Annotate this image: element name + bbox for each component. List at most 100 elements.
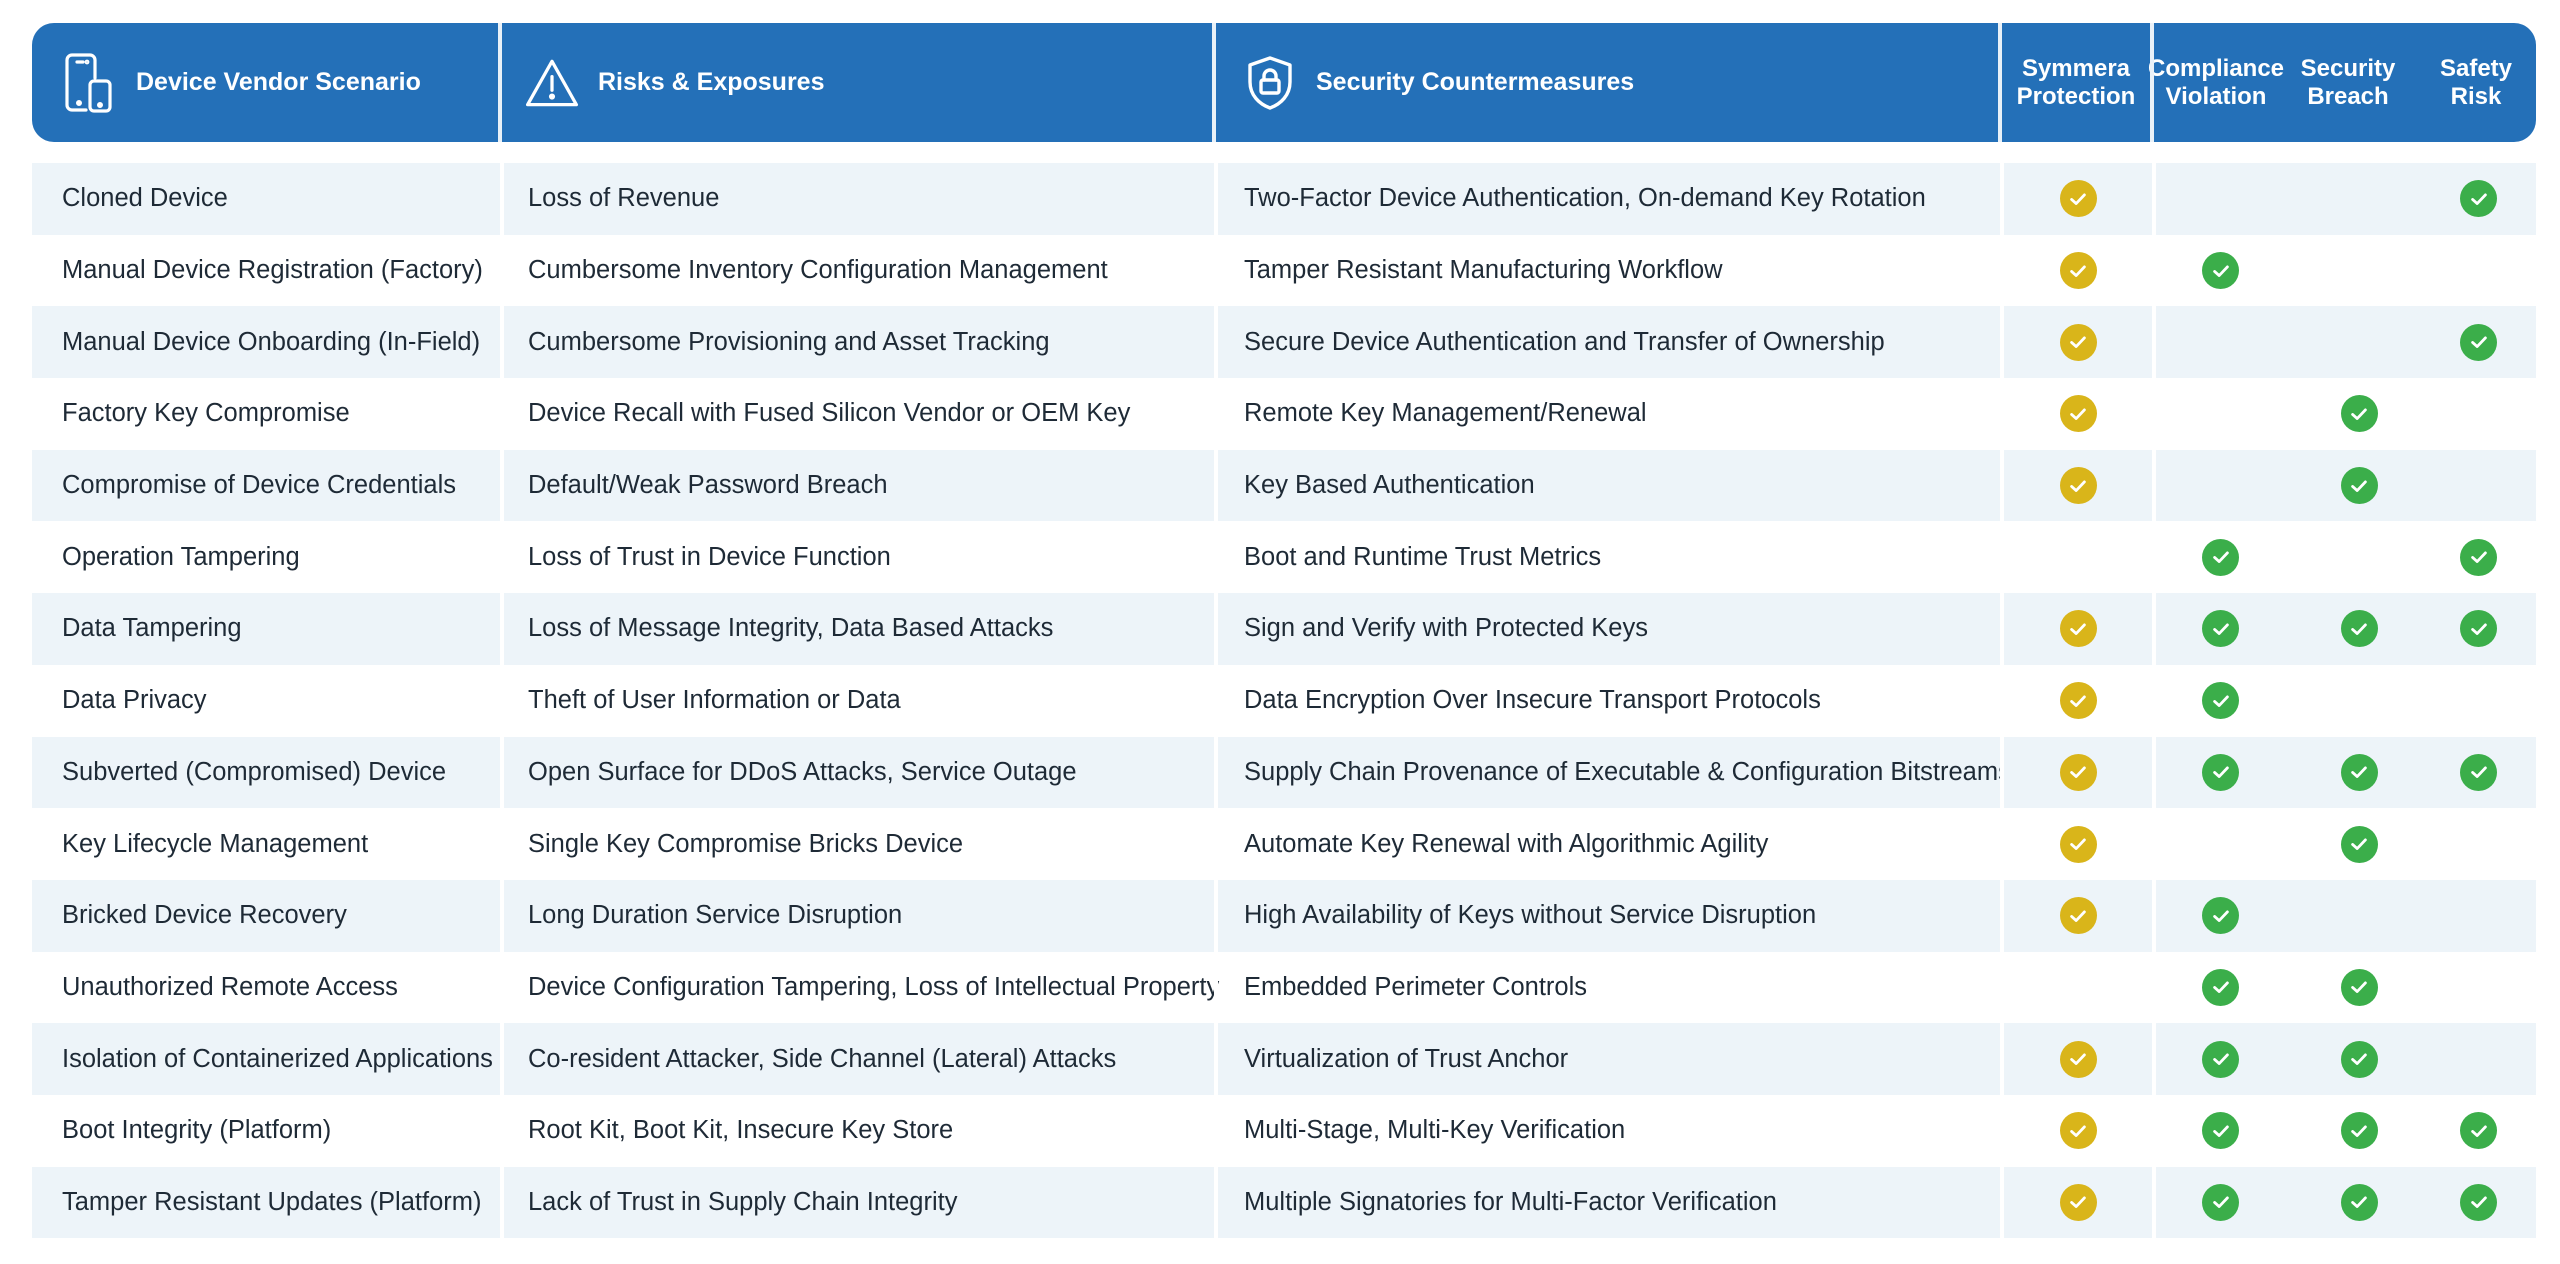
- table-row: Factory Key Compromise Device Recall with…: [32, 378, 2536, 450]
- countermeasure-cell: Multiple Signatories for Multi-Factor Ve…: [1214, 1166, 2000, 1239]
- shield-lock-icon: [1242, 53, 1298, 113]
- header-safety-risk: Safety Risk: [2416, 23, 2536, 142]
- symmera-protection-cell: [2000, 378, 2152, 450]
- safety-risk-cell: [2416, 449, 2536, 522]
- compliance-violation-cell: [2152, 378, 2280, 450]
- scenario-cell: Data Privacy: [62, 686, 207, 715]
- table-row: Boot Integrity (Platform) Root Kit, Boot …: [32, 1094, 2536, 1167]
- table-row: Bricked Device Recovery Long Duration Ser…: [32, 879, 2536, 952]
- warning-triangle-icon: [524, 53, 580, 113]
- safety-risk-cell: [2416, 521, 2536, 593]
- safety-check-icon: [2460, 753, 2497, 791]
- compliance-check-icon: [2202, 968, 2239, 1006]
- risk-cell: Theft of User Information or Data: [500, 664, 1214, 737]
- symmera-check-icon: [2059, 395, 2097, 433]
- compliance-violation-cell: [2152, 449, 2280, 522]
- symmera-protection-cell: [2000, 664, 2152, 737]
- breach-check-icon: [2340, 1183, 2378, 1221]
- header-label-line2: Risk: [2450, 82, 2502, 110]
- risk-cell: Loss of Trust in Device Function: [500, 521, 1214, 594]
- safety-check-icon: [2460, 323, 2497, 361]
- countermeasure-cell: Virtualization of Trust Anchor: [1214, 1023, 2000, 1095]
- scenario-cell: Bricked Device Recovery: [32, 879, 500, 952]
- safety-check-icon: [2460, 1112, 2497, 1150]
- safety-risk-cell: [2416, 952, 2536, 1024]
- compliance-check-icon: [2202, 252, 2239, 290]
- safety-risk-cell: [2416, 665, 2536, 737]
- header-risks-exposures: Risks & Exposures: [498, 23, 1214, 142]
- compliance-check-icon: [2202, 538, 2239, 576]
- safety-check-icon: [2460, 180, 2497, 218]
- security-breach-cell: [2280, 593, 2416, 665]
- table-header: Device Vendor Scenario Risks & Exposures: [32, 23, 2536, 142]
- safety-check-icon: [2460, 610, 2497, 648]
- security-breach-cell: [2280, 1095, 2416, 1167]
- header-label: Risks & Exposures: [598, 68, 825, 96]
- countermeasure-cell: Boot and Runtime Trust Metrics: [1214, 521, 2000, 594]
- compliance-violation-cell: [2152, 163, 2280, 235]
- scenario-cell: Boot Integrity (Platform): [62, 1116, 332, 1145]
- compliance-violation-cell: [2152, 234, 2280, 307]
- countermeasure-cell: Remote Key Management/Renewal: [1214, 378, 2000, 450]
- safety-risk-cell: [2416, 808, 2536, 880]
- table-row: Operation Tampering Loss of Trust in Devi…: [32, 521, 2536, 594]
- countermeasure-cell: Secure Device Authentication and Transfe…: [1214, 306, 2000, 379]
- risk-cell: Cumbersome Provisioning and Asset Tracki…: [500, 306, 1214, 379]
- compliance-violation-cell: [2152, 306, 2280, 379]
- breach-check-icon: [2340, 467, 2378, 505]
- security-breach-cell: [2280, 378, 2416, 450]
- countermeasure-cell: Data Encryption Over Insecure Transport …: [1214, 664, 2000, 737]
- compliance-violation-cell: [2152, 879, 2280, 952]
- risk-cell: Default/Weak Password Breach: [500, 449, 1214, 522]
- symmera-check-icon: [2059, 180, 2097, 218]
- security-breach-cell: [2280, 1023, 2416, 1095]
- safety-risk-cell: [2416, 1166, 2536, 1239]
- header-label-line1: Security: [2300, 54, 2396, 82]
- security-breach-cell: [2280, 306, 2416, 379]
- compliance-violation-cell: [2152, 664, 2280, 737]
- compliance-violation-cell: [2152, 951, 2280, 1024]
- countermeasure-cell: Multi-Stage, Multi-Key Verification: [1214, 1094, 2000, 1167]
- safety-check-icon: [2460, 1183, 2497, 1221]
- compliance-violation-cell: [2152, 736, 2280, 809]
- countermeasure-cell: High Availability of Keys without Servic…: [1214, 879, 2000, 952]
- symmera-check-icon: [2059, 682, 2097, 720]
- breach-check-icon: [2340, 753, 2378, 791]
- compliance-check-icon: [2202, 1040, 2239, 1078]
- risk-cell: Single Key Compromise Bricks Device: [500, 808, 1214, 880]
- table-row: Compromise of Device Credentials Default/…: [32, 449, 2536, 522]
- mobile-devices-icon: [62, 52, 118, 113]
- scenario-cell: Data Tampering: [32, 593, 500, 665]
- scenario-cell: Tamper Resistant Updates (Platform): [32, 1166, 500, 1239]
- table-row: Cloned Device Loss of Revenue Two-Factor D…: [32, 163, 2536, 235]
- safety-risk-cell: [2416, 593, 2536, 665]
- table-row: Manual Device Registration (Factory) Cumb…: [32, 234, 2536, 307]
- compliance-check-icon: [2202, 1112, 2239, 1150]
- safety-risk-cell: [2416, 163, 2536, 235]
- breach-check-icon: [2340, 825, 2378, 863]
- scenario-cell: Subverted (Compromised) Device: [32, 736, 500, 809]
- symmera-protection-cell: [2000, 736, 2152, 809]
- breach-check-icon: [2340, 1040, 2378, 1078]
- compliance-check-icon: [2202, 682, 2239, 720]
- safety-check-icon: [2460, 538, 2497, 576]
- risk-cell: Loss of Revenue: [500, 163, 1214, 235]
- safety-risk-cell: [2416, 1095, 2536, 1167]
- table-body: Cloned Device Loss of Revenue Two-Factor D…: [32, 163, 2536, 1239]
- header-security-countermeasures: Security Countermeasures: [1212, 23, 2000, 142]
- symmera-protection-cell: [2000, 879, 2152, 952]
- risk-cell: Loss of Message Integrity, Data Based At…: [500, 593, 1214, 665]
- symmera-protection-cell: [2000, 521, 2152, 594]
- symmera-check-icon: [2059, 1112, 2097, 1150]
- safety-risk-cell: [2416, 306, 2536, 379]
- table-row: Key Lifecycle Management Single Key Compr…: [32, 808, 2536, 880]
- symmera-protection-cell: [2000, 1023, 2152, 1095]
- symmera-check-icon: [2059, 467, 2097, 505]
- countermeasure-cell: Sign and Verify with Protected Keys: [1214, 593, 2000, 665]
- table-row: Manual Device Onboarding (In-Field) Cumbe…: [32, 306, 2536, 379]
- header-label-line1: Compliance: [2147, 54, 2285, 82]
- symmera-protection-cell: [2000, 808, 2152, 880]
- safety-risk-cell: [2416, 235, 2536, 307]
- symmera-check-icon: [2059, 1040, 2097, 1078]
- risk-cell: Device Recall with Fused Silicon Vendor …: [500, 378, 1214, 450]
